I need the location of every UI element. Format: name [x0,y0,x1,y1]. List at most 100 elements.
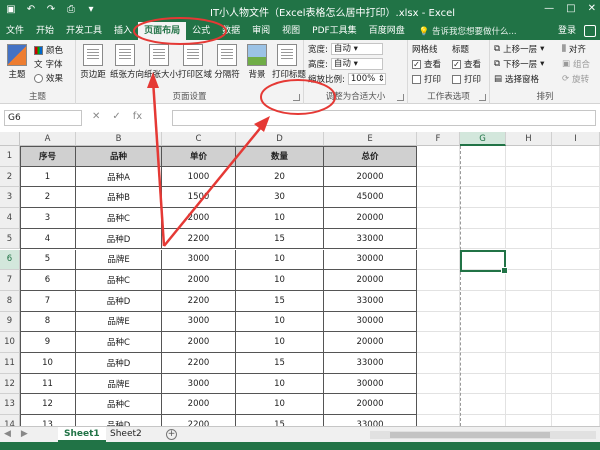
row-header-12[interactable]: 12 [0,373,20,395]
table-cell[interactable]: 33000 [324,415,417,426]
column-header-i[interactable]: I [552,132,600,146]
tab-developer[interactable]: 开发工具 [60,22,108,40]
table-cell[interactable] [506,394,552,416]
table-cell[interactable] [552,415,600,426]
table-cell[interactable]: 2000 [162,208,236,229]
table-cell[interactable]: 3000 [162,249,236,271]
active-cell-g6[interactable] [460,249,508,274]
table-cell[interactable]: 2000 [162,394,236,416]
maximize-button[interactable]: □ [566,3,575,14]
table-cell[interactable]: 20000 [324,332,417,353]
share-icon[interactable] [584,25,596,37]
customize-icon[interactable]: ▾ [84,3,98,17]
table-cell[interactable] [552,249,600,271]
row-header-9[interactable]: 9 [0,311,20,333]
name-box[interactable]: G6 [4,110,82,126]
table-cell[interactable]: 2200 [162,353,236,374]
table-cell[interactable] [506,228,552,250]
width-dropdown[interactable]: 自动 ▾ [330,43,383,55]
scrollbar-thumb[interactable] [390,432,550,438]
table-cell[interactable]: 33000 [324,353,417,374]
table-cell[interactable]: 33000 [324,228,417,250]
table-cell[interactable]: 2200 [162,228,236,250]
table-cell[interactable] [506,353,552,374]
bring-forward-button[interactable]: ⧉ 上移一层 ▾ [494,43,544,55]
table-cell[interactable] [460,166,506,188]
table-cell[interactable] [417,353,460,374]
row-header-13[interactable]: 13 [0,394,20,416]
table-cell[interactable] [460,228,506,250]
table-cell[interactable] [506,311,552,333]
table-cell[interactable] [552,373,600,395]
table-cell[interactable] [417,415,460,426]
rotate-button[interactable]: ⟳ 旋转 [562,73,589,85]
table-cell[interactable] [460,332,506,353]
save-icon[interactable]: ▣ [4,3,18,17]
table-cell[interactable] [552,290,600,312]
table-cell[interactable]: 10 [236,373,324,395]
table-cell[interactable] [417,228,460,250]
table-cell[interactable]: 3000 [162,311,236,333]
table-cell[interactable]: 2000 [162,270,236,291]
table-cell[interactable] [506,249,552,271]
row-header-3[interactable]: 3 [0,187,20,209]
table-cell[interactable]: 20 [236,166,324,188]
tab-file[interactable]: 文件 [0,22,30,40]
tab-page-layout[interactable]: 页面布局 [138,22,187,40]
table-cell[interactable] [552,270,600,291]
table-cell[interactable]: 品种C [76,270,162,291]
paper-size-button[interactable]: 纸张大小 [144,44,178,80]
background-button[interactable]: 背景 [242,44,272,80]
themes-button[interactable]: 主题 [2,44,32,80]
align-button[interactable]: ⫼ 对齐 [562,43,586,55]
row-header-2[interactable]: 2 [0,166,20,188]
table-cell[interactable] [552,208,600,229]
headings-view-checkbox[interactable]: 查看 [452,58,481,70]
table-cell[interactable] [460,187,506,209]
table-cell[interactable] [460,311,506,333]
table-cell[interactable]: 30000 [324,373,417,395]
table-cell[interactable] [506,332,552,353]
row-header-11[interactable]: 11 [0,353,20,374]
table-cell[interactable]: 3 [20,208,76,229]
table-cell[interactable] [506,290,552,312]
table-cell[interactable] [506,146,552,167]
table-cell[interactable]: 15 [236,415,324,426]
table-header-cell[interactable]: 总价 [324,146,417,167]
table-cell[interactable]: 1500 [162,187,236,209]
undo-icon[interactable]: ↶ [24,3,38,17]
table-cell[interactable] [417,373,460,395]
table-cell[interactable]: 4 [20,228,76,250]
table-cell[interactable] [552,311,600,333]
row-header-8[interactable]: 8 [0,290,20,312]
next-sheet-icon[interactable]: ▶ [21,429,28,439]
prev-sheet-icon[interactable]: ◀ [4,429,11,439]
table-cell[interactable] [552,187,600,209]
table-cell[interactable]: 20000 [324,394,417,416]
table-cell[interactable]: 品种D [76,228,162,250]
table-cell[interactable]: 品种B [76,187,162,209]
gridlines-view-checkbox[interactable]: 查看 [412,58,441,70]
breaks-button[interactable]: 分隔符 [212,44,242,80]
table-cell[interactable]: 10 [236,311,324,333]
table-cell[interactable] [552,166,600,188]
theme-fonts-button[interactable]: 文字体 [34,58,63,70]
tell-me-search[interactable]: 💡 告诉我您想要做什么... [419,25,517,37]
table-cell[interactable]: 15 [236,228,324,250]
table-cell[interactable]: 33000 [324,290,417,312]
table-cell[interactable] [460,270,506,291]
table-cell[interactable]: 20000 [324,208,417,229]
table-cell[interactable]: 品种D [76,415,162,426]
table-cell[interactable] [552,332,600,353]
tab-home[interactable]: 开始 [30,22,60,40]
tab-view[interactable]: 视图 [276,22,306,40]
table-cell[interactable] [552,353,600,374]
table-cell[interactable] [506,373,552,395]
table-cell[interactable]: 30000 [324,311,417,333]
table-cell[interactable]: 15 [236,290,324,312]
table-cell[interactable] [417,187,460,209]
table-cell[interactable]: 7 [20,290,76,312]
table-cell[interactable]: 1000 [162,166,236,188]
close-button[interactable]: ✕ [588,3,596,14]
table-cell[interactable] [552,228,600,250]
